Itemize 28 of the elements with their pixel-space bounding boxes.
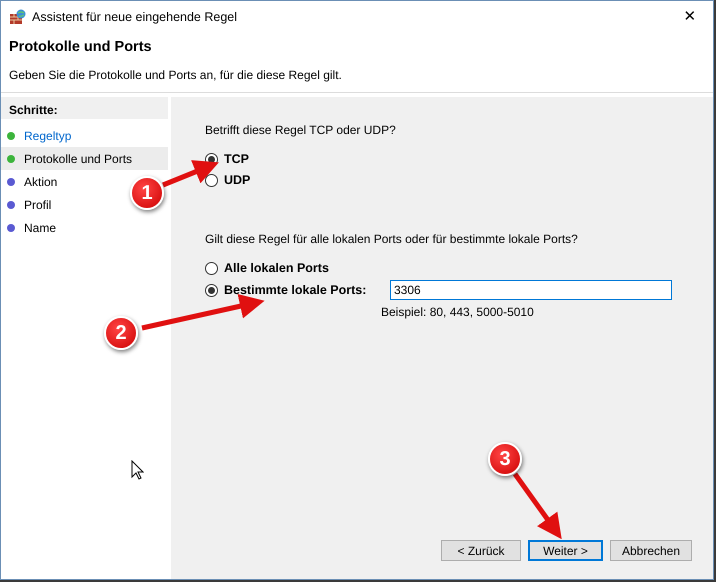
annotation-arrow [162,160,219,188]
step-link[interactable]: Name [24,218,56,236]
radio-label[interactable]: UDP [224,171,250,190]
steps-heading: Schritte: [1,97,168,119]
radio-label[interactable]: TCP [224,150,249,169]
radio-button[interactable] [205,284,218,296]
step-link[interactable]: Aktion [24,172,58,190]
close-button[interactable]: ✕ [667,1,713,33]
step-item[interactable]: Protokolle und Ports [1,147,168,170]
step-link[interactable]: Regeltyp [24,126,72,144]
radio-label[interactable]: Bestimmte lokale Ports: [224,280,384,300]
window-title: Assistent für neue eingehende Regel [32,8,238,26]
step-link[interactable]: Profil [24,196,52,214]
annotation-arrow [512,472,562,540]
example-text: Beispiel: 80, 443, 5000-5010 [381,304,535,321]
port-input[interactable]: 3306 [390,280,672,300]
question-text: Gilt diese Regel für alle lokalen Ports oder für bestimmte lokale Ports? [205,231,579,248]
page-subtitle: Geben Sie die Protokolle und Ports an, für die diese Regel gilt. [9,67,343,84]
wizard-button[interactable]: < Zurück [441,540,521,561]
firewall-icon [9,9,26,25]
pointer-icon [131,460,144,480]
radio-label[interactable]: Alle lokalen Ports [224,259,329,278]
radio-button[interactable] [205,262,218,275]
page-title: Protokolle und Ports [9,39,153,56]
wizard-button[interactable]: Abbrechen [610,540,692,561]
radio-button[interactable] [205,174,218,187]
wizard-button[interactable]: Weiter > [528,540,603,561]
question-text: Betrifft diese Regel TCP oder UDP? [205,122,397,139]
